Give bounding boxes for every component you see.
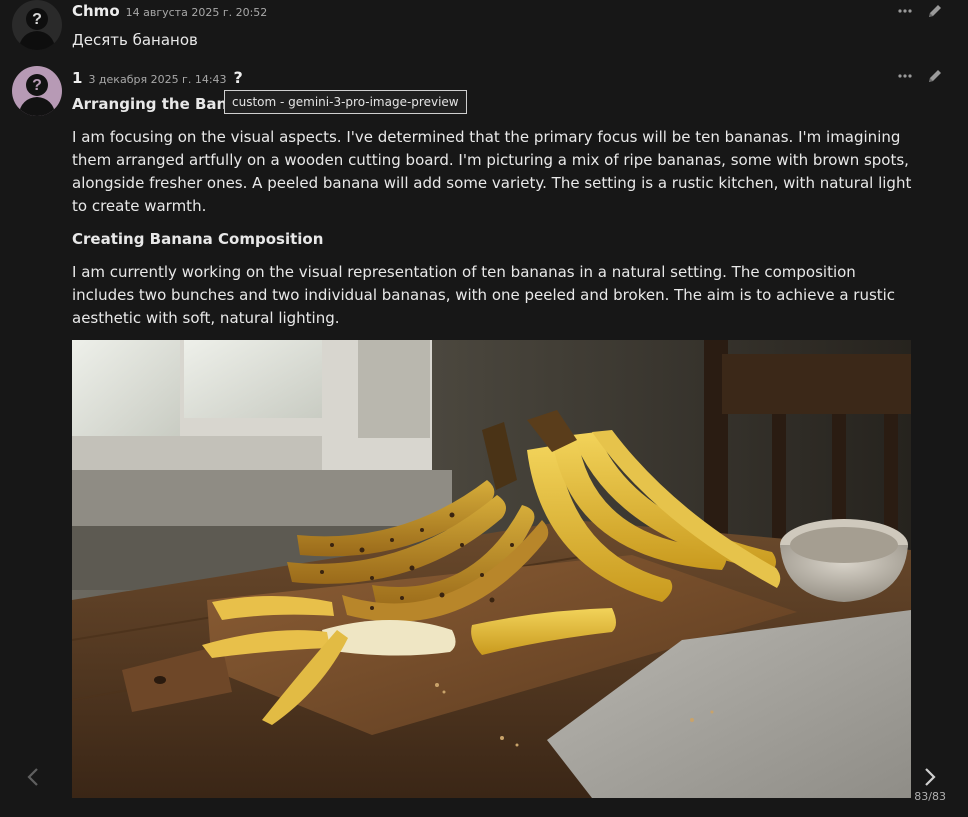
more-dots-icon[interactable] — [896, 2, 914, 20]
pencil-icon[interactable] — [926, 2, 944, 20]
message-text: Arranging the Banar I am focusing on the… — [72, 93, 912, 330]
message-actions — [896, 2, 944, 20]
message-header: 1 3 декабря 2025 г. 14:43 ? — [72, 68, 243, 87]
message-header: Chmo 14 августа 2025 г. 20:52 — [72, 2, 267, 20]
avatar[interactable]: ? — [12, 66, 62, 116]
message-actions — [896, 67, 944, 85]
paragraph-2: I am currently working on the visual rep… — [72, 263, 896, 327]
more-dots-icon[interactable] — [896, 67, 914, 85]
message-content: Десять бананов — [72, 31, 198, 49]
svg-text:?: ? — [32, 11, 42, 28]
author-name[interactable]: Chmo — [72, 2, 120, 20]
pencil-icon[interactable] — [926, 67, 944, 85]
author-name[interactable]: 1 — [72, 69, 82, 87]
heading-creating-composition: Creating Banana Composition — [72, 230, 324, 248]
timestamp: 14 августа 2025 г. 20:52 — [125, 6, 268, 19]
message-1: ? Chmo 14 августа 2025 г. 20:52 Десять б… — [0, 0, 968, 56]
paragraph-1: I am focusing on the visual aspects. I'v… — [72, 128, 912, 215]
avatar[interactable]: ? — [12, 0, 62, 50]
generated-image[interactable] — [72, 340, 911, 798]
model-info-icon[interactable]: ? — [234, 68, 243, 87]
chevron-left-icon[interactable] — [21, 765, 45, 789]
timestamp: 3 декабря 2025 г. 14:43 — [88, 73, 227, 86]
image-counter: 83/83 — [914, 790, 946, 803]
message-text: Десять бананов — [72, 29, 912, 52]
model-tooltip: custom - gemini-3-pro-image-preview — [224, 90, 467, 114]
svg-text:?: ? — [32, 77, 42, 94]
bananas-photo — [72, 340, 911, 798]
heading-arranging: Arranging the Banar — [72, 95, 245, 113]
chevron-right-icon[interactable] — [918, 765, 942, 789]
